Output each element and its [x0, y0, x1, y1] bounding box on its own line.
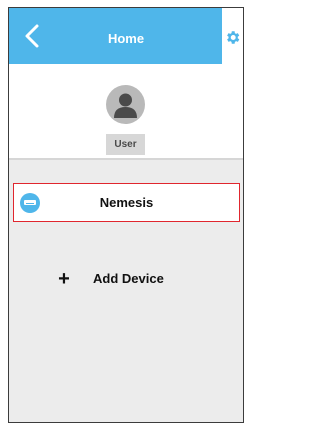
user-avatar-icon [114, 93, 137, 118]
add-device-button[interactable]: + Add Device [55, 268, 205, 290]
divider [9, 158, 243, 160]
profile-section: User [9, 64, 243, 158]
avatar[interactable] [106, 85, 145, 124]
header-bar: Home [9, 8, 243, 64]
back-button[interactable] [21, 23, 43, 49]
add-device-label: Add Device [93, 271, 164, 286]
settings-button[interactable] [224, 29, 241, 46]
user-label[interactable]: User [106, 134, 145, 155]
app-screen: Home User Nemesis + Add Device [8, 7, 244, 423]
plus-icon: + [58, 268, 70, 290]
device-name: Nemesis [99, 195, 154, 210]
device-item[interactable]: Nemesis [13, 183, 240, 222]
chevron-left-icon [25, 24, 39, 48]
settings-area [222, 8, 243, 64]
page-title: Home [107, 31, 145, 46]
gear-icon [227, 31, 240, 44]
